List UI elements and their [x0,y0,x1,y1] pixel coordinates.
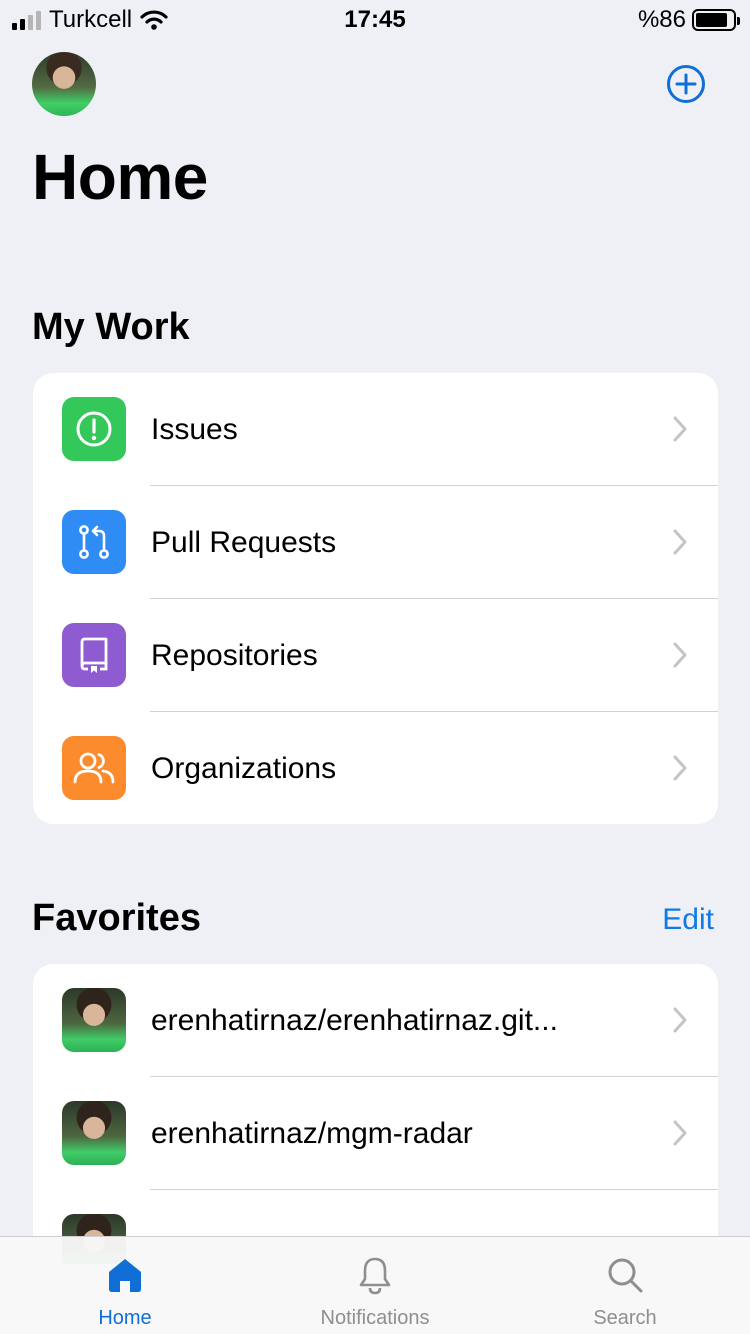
profile-avatar[interactable] [32,52,96,116]
repo-owner-avatar [62,988,126,1052]
chevron-right-icon [673,529,687,555]
tab-label: Notifications [320,1307,430,1329]
tab-home[interactable]: Home [0,1237,250,1334]
tab-notifications[interactable]: Notifications [250,1237,500,1334]
search-icon [608,1258,643,1293]
my-work-item-organizations[interactable]: Organizations [33,712,718,824]
repo-owner-avatar [62,1101,126,1165]
favorites-heading: Favorites [32,897,201,939]
edit-favorites-button[interactable]: Edit [662,903,714,937]
home-icon [109,1259,141,1292]
bell-icon [359,1257,391,1295]
favorite-item-label: erenhatirnaz/erenhatirnaz.git... [151,1004,558,1037]
my-work-item-label: Organizations [151,752,337,785]
tab-label: Search [593,1307,657,1329]
my-work-item-label: Pull Requests [151,526,337,559]
chevron-right-icon [673,1120,687,1146]
issue-icon [62,397,126,461]
my-work-item-repositories[interactable]: Repositories [33,599,718,712]
favorite-item[interactable]: erenhatirnaz/erenhatirnaz.git... [33,964,718,1077]
chevron-right-icon [673,642,687,668]
tab-bar: Home Notifications Search [0,1236,750,1334]
my-work-item-issues[interactable]: Issues [33,373,718,486]
chevron-right-icon [673,755,687,781]
add-icon[interactable] [666,64,706,104]
battery-percent: %86 [637,6,686,33]
status-bar: Turkcell 17:45 %86 [0,0,750,40]
favorites-list: erenhatirnaz/erenhatirnaz.git... erenhat… [33,964,718,1264]
my-work-item-label: Repositories [151,639,318,672]
organizations-icon [62,736,126,800]
favorite-item[interactable]: erenhatirnaz/mgm-radar [33,1077,718,1190]
my-work-item-pull-requests[interactable]: Pull Requests [33,486,718,599]
pull-request-icon [62,510,126,574]
my-work-heading: My Work [32,306,190,348]
tab-search[interactable]: Search [500,1237,750,1334]
chevron-right-icon [673,1007,687,1033]
repo-icon [62,623,126,687]
battery-icon [692,9,740,31]
my-work-list: Issues Pull Requests Repositories Organi… [33,373,718,824]
favorite-item-label: erenhatirnaz/mgm-radar [151,1117,473,1150]
page-title: Home [32,141,208,213]
tab-label: Home [98,1307,152,1329]
my-work-item-label: Issues [151,413,238,446]
chevron-right-icon [673,416,687,442]
